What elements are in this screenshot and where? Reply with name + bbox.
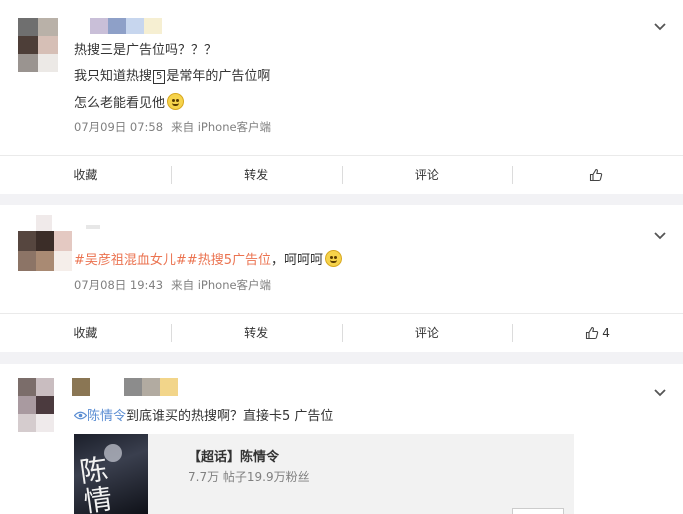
timestamp[interactable]: 07月08日 19:43	[74, 278, 163, 292]
post-meta: 07月08日 19:43 来自 iPhone客户端	[74, 277, 271, 293]
supertopic-icon	[73, 411, 88, 420]
action-bar: 收藏 转发 评论	[0, 155, 683, 193]
post-text-line: 我只知道热搜 5 是常年的广告位啊	[74, 69, 271, 84]
like-button[interactable]: 4	[512, 314, 683, 351]
post-text-line: 热搜三是广告位吗？？？	[74, 43, 218, 58]
post-meta: 07月09日 07:58 来自 iPhone客户端	[74, 119, 271, 135]
repost-button[interactable]: 转发	[170, 156, 342, 193]
post-text-line: #吴彦祖混血女儿##热搜5广告位，呵呵呵	[74, 250, 342, 270]
like-button[interactable]	[512, 156, 683, 193]
repost-button[interactable]: 转发	[170, 314, 342, 351]
avatar[interactable]	[18, 18, 58, 72]
source: 来自 iPhone客户端	[171, 120, 272, 134]
chevron-down-icon[interactable]	[653, 20, 667, 34]
supertopic-link[interactable]: 陈情令	[73, 409, 126, 424]
chevron-down-icon[interactable]	[653, 229, 667, 243]
favorite-button[interactable]: 收藏	[0, 156, 171, 193]
username-blurred[interactable]	[36, 215, 100, 231]
username-blurred[interactable]	[90, 18, 162, 34]
boxed-number: 5	[153, 70, 166, 84]
avatar[interactable]	[18, 378, 54, 432]
card-follow-button[interactable]	[512, 508, 564, 514]
post-card: 陈情令到底谁买的热搜啊？直接卡5 广告位 陈情 【超话】陈情令 7.7万 帖子1…	[0, 364, 683, 514]
timestamp[interactable]: 07月09日 07:58	[74, 120, 163, 134]
like-count: 4	[602, 325, 610, 340]
card-title: 【超话】陈情令	[188, 450, 280, 465]
smile-emoji-icon	[167, 93, 185, 110]
avatar[interactable]	[18, 231, 72, 271]
username-blurred[interactable]	[72, 378, 178, 396]
post-text-line: 陈情令到底谁买的热搜啊？直接卡5 广告位	[73, 408, 333, 426]
post-card: 热搜三是广告位吗？？？ 我只知道热搜 5 是常年的广告位啊 怎么老能看见他 07月0…	[0, 0, 683, 194]
thumbs-up-icon	[586, 326, 599, 339]
favorite-button[interactable]: 收藏	[0, 314, 171, 351]
thumbs-up-icon	[590, 168, 603, 181]
supertopic-card[interactable]: 陈情 【超话】陈情令 7.7万 帖子19.9万粉丝	[74, 434, 574, 514]
comment-button[interactable]: 评论	[341, 314, 513, 351]
chevron-down-icon[interactable]	[653, 386, 667, 400]
card-stats: 7.7万 帖子19.9万粉丝	[188, 470, 310, 484]
comment-button[interactable]: 评论	[341, 156, 513, 193]
post-card: #吴彦祖混血女儿##热搜5广告位，呵呵呵 07月08日 19:43 来自 iPho…	[0, 205, 683, 352]
supertopic-cover-image: 陈情	[74, 434, 148, 514]
hashtag-link[interactable]: #吴彦祖混血女儿#	[74, 253, 187, 268]
smile-emoji-icon	[324, 250, 342, 267]
action-bar: 收藏 转发 评论 4	[0, 313, 683, 351]
post-text-line: 怎么老能看见他	[74, 93, 185, 113]
source: 来自 iPhone客户端	[171, 278, 272, 292]
hashtag-link[interactable]: #热搜5广告位	[187, 253, 271, 268]
